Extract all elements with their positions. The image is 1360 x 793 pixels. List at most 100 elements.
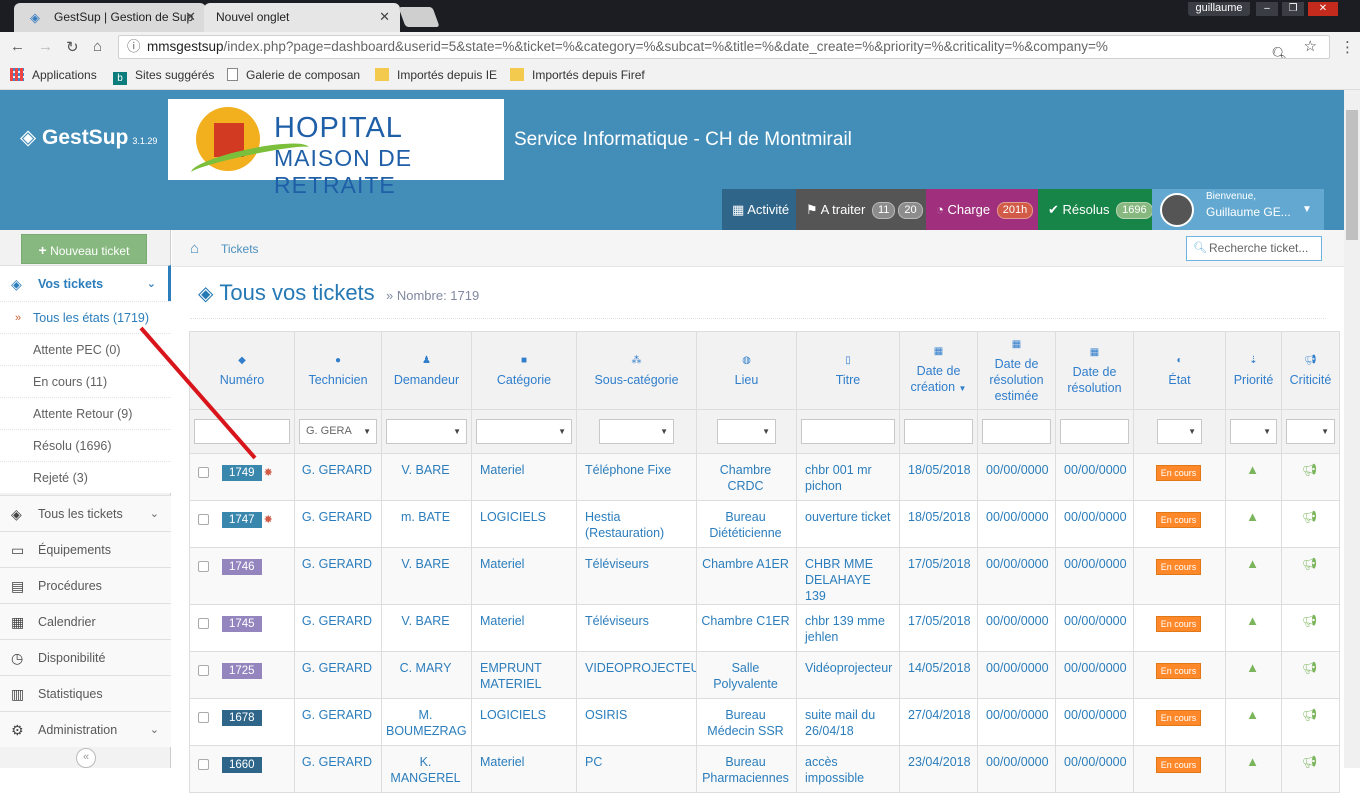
browser-tab-gestsup[interactable]: ◈ GestSup | Gestion de Sup ✕	[14, 3, 206, 32]
forward-icon[interactable]: →	[38, 38, 53, 55]
resolus-button[interactable]: ✔ Résolus 1696	[1038, 189, 1153, 230]
new-tab-button[interactable]	[398, 7, 440, 27]
row-checkbox[interactable]	[198, 514, 209, 525]
cell-titre[interactable]: chbr 001 mr pichon	[796, 453, 900, 501]
cell-lieu[interactable]: Bureau Pharmaciennes	[696, 745, 797, 793]
cell-demandeur[interactable]: K. MANGEREL	[381, 745, 472, 793]
cell-lieu[interactable]: Chambre A1ER	[696, 547, 797, 605]
status-badge[interactable]: En cours	[1155, 559, 1202, 575]
activite-button[interactable]: ▦ Activité	[722, 189, 796, 230]
close-icon[interactable]: ✕	[185, 9, 196, 25]
col-priorite[interactable]: ⇣ Priorité	[1225, 331, 1282, 410]
cell-date-resolution[interactable]: 00/00/0000	[1055, 500, 1134, 548]
filter-numero-input[interactable]	[194, 419, 290, 444]
cell-lieu[interactable]: Bureau Diététicienne	[696, 500, 797, 548]
warning-icon[interactable]: ▲	[1246, 613, 1259, 628]
info-icon[interactable]: ⓘ	[127, 36, 141, 58]
ticket-number[interactable]: 1678	[222, 710, 262, 726]
cell-date-estimee[interactable]: 00/00/0000	[977, 698, 1056, 746]
a-traiter-button[interactable]: ⚑ A traiter 11 20	[796, 189, 926, 230]
sidebar-equipements[interactable]: ▭ Équipements	[0, 531, 171, 567]
filter-lieu-select[interactable]: ▼	[717, 419, 776, 444]
table-row[interactable]: 1725 G. GERARD C. MARY EMPRUNT MATERIEL VIDE…	[189, 651, 1340, 699]
cell-date-resolution[interactable]: 00/00/0000	[1055, 745, 1134, 793]
cell-demandeur[interactable]: V. BARE	[381, 453, 472, 501]
home-icon[interactable]: ⌂	[190, 240, 199, 257]
cell-lieu[interactable]: Chambre C1ER	[696, 604, 797, 652]
home-icon[interactable]: ⌂	[93, 38, 102, 55]
cell-sous-categorie[interactable]: Téléviseurs	[576, 604, 697, 652]
cell-date-estimee[interactable]: 00/00/0000	[977, 500, 1056, 548]
cell-technicien[interactable]: G. GERARD	[294, 547, 382, 605]
filter-sous-categorie-select[interactable]: ▼	[599, 419, 674, 444]
cell-date-resolution[interactable]: 00/00/0000	[1055, 604, 1134, 652]
filter-demandeur-select[interactable]: ▼	[386, 419, 467, 444]
col-etat[interactable]: ◐ État	[1133, 331, 1226, 410]
table-row[interactable]: 1746 G. GERARD V. BARE Materiel Téléviseurs C…	[189, 547, 1340, 605]
charge-button[interactable]: ◔ Charge 201h	[926, 189, 1038, 230]
cell-lieu[interactable]: Chambre CRDC	[696, 453, 797, 501]
cell-date-creation[interactable]: 14/05/2018	[899, 651, 978, 699]
cell-categorie[interactable]: Materiel	[471, 453, 577, 501]
sidebar-procedures[interactable]: ▤ Procédures	[0, 567, 171, 603]
bullhorn-icon[interactable]: 📢︎	[1302, 614, 1317, 628]
col-categorie[interactable]: ■ Catégorie	[471, 331, 577, 410]
status-badge[interactable]: En cours	[1155, 663, 1202, 679]
bullhorn-icon[interactable]: 📢︎	[1302, 463, 1317, 477]
sidebar-statistiques[interactable]: ▥ Statistiques	[0, 675, 171, 711]
cell-date-creation[interactable]: 18/05/2018	[899, 453, 978, 501]
filter-priorite-select[interactable]: ▼	[1230, 419, 1277, 444]
brand[interactable]: ◈ GestSup 3.1.29	[20, 125, 157, 150]
cell-sous-categorie[interactable]: Hestia (Restauration)	[576, 500, 697, 548]
status-badge[interactable]: En cours	[1155, 710, 1202, 726]
cell-sous-categorie[interactable]: OSIRIS	[576, 698, 697, 746]
new-ticket-button[interactable]: + Nouveau ticket	[21, 234, 147, 264]
row-checkbox[interactable]	[198, 712, 209, 723]
cell-categorie[interactable]: Materiel	[471, 745, 577, 793]
warning-icon[interactable]: ▲	[1246, 754, 1259, 769]
reload-icon[interactable]: ↻	[66, 38, 79, 56]
cell-date-resolution[interactable]: 00/00/0000	[1055, 453, 1134, 501]
ticket-number[interactable]: 1725	[222, 663, 262, 679]
filter-categorie-select[interactable]: ▼	[476, 419, 572, 444]
sidebar-item-rejete[interactable]: Rejeté (3)	[0, 461, 171, 493]
cell-date-creation[interactable]: 27/04/2018	[899, 698, 978, 746]
user-menu[interactable]: Bienvenue, Guillaume GE... ▼	[1152, 189, 1324, 230]
row-checkbox[interactable]	[198, 618, 209, 629]
row-checkbox[interactable]	[198, 561, 209, 572]
cell-titre[interactable]: ouverture ticket	[796, 500, 900, 548]
status-badge[interactable]: En cours	[1155, 616, 1202, 632]
menu-dots-icon[interactable]: ⋮	[1340, 38, 1355, 56]
sidebar-item-resolu[interactable]: Résolu (1696)	[0, 429, 171, 461]
cell-date-estimee[interactable]: 00/00/0000	[977, 604, 1056, 652]
cell-date-creation[interactable]: 18/05/2018	[899, 500, 978, 548]
filter-criticite-select[interactable]: ▼	[1286, 419, 1335, 444]
ticket-number[interactable]: 1749	[222, 465, 262, 481]
cell-titre[interactable]: accès impossible	[796, 745, 900, 793]
filter-date-resolution-input[interactable]	[1060, 419, 1129, 444]
col-date-resolution-estimee[interactable]: ▦ Date de résolution estimée	[977, 331, 1056, 410]
cell-date-estimee[interactable]: 00/00/0000	[977, 453, 1056, 501]
cell-technicien[interactable]: G. GERARD	[294, 651, 382, 699]
table-row[interactable]: 1747 ✸ G. GERARD m. BATE LOGICIELS Hestia (Re…	[189, 500, 1340, 548]
window-close-icon[interactable]: ✕	[1308, 2, 1338, 16]
sidebar-tous-tickets[interactable]: ◈ Tous les tickets ⌄	[0, 495, 171, 531]
star-icon[interactable]: ☆	[1304, 36, 1317, 58]
cell-sous-categorie[interactable]: PC	[576, 745, 697, 793]
cell-date-estimee[interactable]: 00/00/0000	[977, 651, 1056, 699]
scrollbar-thumb[interactable]	[1346, 110, 1358, 240]
sidebar-item-en-cours[interactable]: En cours (11)	[0, 365, 171, 397]
back-icon[interactable]: ←	[10, 38, 25, 55]
cell-sous-categorie[interactable]: VIDEOPROJECTEUR	[576, 651, 697, 699]
sidebar-item-tous-etats[interactable]: » Tous les états (1719)	[0, 301, 171, 333]
filter-date-estimee-input[interactable]	[982, 419, 1051, 444]
cell-categorie[interactable]: Materiel	[471, 547, 577, 605]
filter-technicien-select[interactable]: G. GERA ▼	[299, 419, 377, 444]
search-input[interactable]: 🔍︎ Recherche ticket...	[1186, 236, 1322, 261]
warning-icon[interactable]: ▲	[1246, 707, 1259, 722]
table-row[interactable]: 1745 G. GERARD V. BARE Materiel Téléviseurs C…	[189, 604, 1340, 652]
cell-date-estimee[interactable]: 00/00/0000	[977, 547, 1056, 605]
cell-demandeur[interactable]: M. BOUMEZRAG	[381, 698, 472, 746]
status-badge[interactable]: En cours	[1155, 465, 1202, 481]
sidebar-calendrier[interactable]: ▦ Calendrier	[0, 603, 171, 639]
